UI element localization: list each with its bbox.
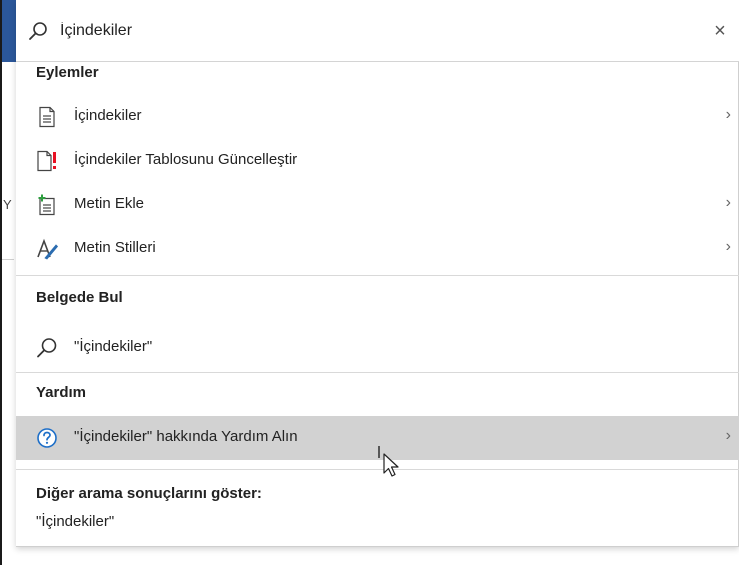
toc-update-icon	[37, 150, 56, 172]
help-icon	[37, 428, 57, 448]
ribbon-edge	[2, 0, 14, 62]
section-help-title: Yardım	[36, 384, 87, 401]
find-in-document-item[interactable]: "İçindekiler"	[16, 326, 739, 370]
clear-search-button[interactable]: ×	[707, 18, 733, 44]
document-edge	[0, 0, 14, 565]
find-label: "İçindekiler"	[74, 338, 153, 355]
more-results-query[interactable]: "İçindekiler"	[36, 513, 114, 530]
background-text-fragment: Y	[3, 197, 12, 212]
chevron-right-icon: ›	[725, 194, 731, 211]
search-bar: ×	[16, 0, 739, 62]
action-item-toc[interactable]: İçindekiler ›	[16, 95, 739, 139]
action-label: İçindekiler Tablosunu Güncelleştir	[74, 151, 298, 168]
search-input[interactable]	[60, 16, 680, 46]
action-label: İçindekiler	[74, 107, 142, 124]
text-styles-icon	[37, 238, 58, 260]
search-icon	[29, 22, 47, 40]
chevron-right-icon: ›	[725, 427, 731, 444]
chevron-right-icon: ›	[725, 238, 731, 255]
section-actions-title: Eylemler	[36, 64, 99, 81]
action-label: Metin Ekle	[74, 195, 145, 212]
section-find-title: Belgede Bul	[36, 289, 123, 306]
toc-icon	[39, 106, 55, 128]
document-rule	[2, 259, 14, 260]
more-results-link[interactable]: Diğer arama sonuçlarını göster:	[36, 485, 262, 502]
action-item-text-styles[interactable]: Metin Stilleri ›	[16, 227, 739, 271]
action-item-add-text[interactable]: Metin Ekle ›	[16, 183, 739, 227]
add-text-icon	[38, 194, 55, 216]
action-label: Metin Stilleri	[74, 239, 156, 256]
mouse-cursor-icon	[378, 446, 399, 477]
action-item-update-toc[interactable]: İçindekiler Tablosunu Güncelleştir	[16, 139, 739, 183]
chevron-right-icon: ›	[725, 106, 731, 123]
help-label: "İçindekiler" hakkında Yardım Alın	[74, 428, 298, 445]
search-icon	[37, 338, 57, 358]
section-divider	[16, 275, 739, 276]
section-divider	[16, 372, 739, 373]
